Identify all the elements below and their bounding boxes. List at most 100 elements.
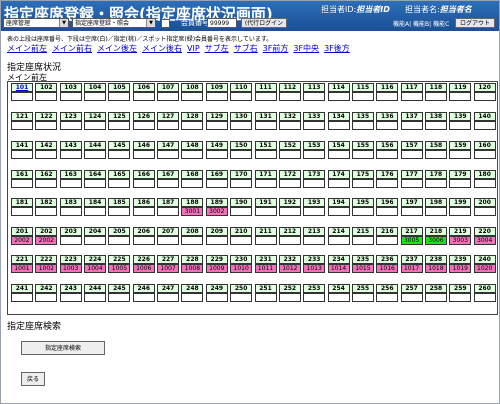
seat-status-open[interactable] — [473, 179, 496, 188]
seat-status-open[interactable] — [303, 207, 326, 216]
seat-status-open[interactable] — [376, 293, 399, 302]
seat-status-reserved[interactable]: 1014 — [327, 264, 350, 273]
toolbar-checkbox[interactable] — [161, 19, 170, 28]
seat-status-open[interactable] — [132, 121, 155, 130]
seat-status-open[interactable] — [376, 92, 399, 101]
seat-status-open[interactable] — [278, 92, 301, 101]
area-link[interactable]: メイン後右 — [142, 44, 182, 53]
area-link[interactable]: サブ左 — [205, 44, 229, 53]
seat-status-reserved[interactable]: 1007 — [157, 264, 180, 273]
seat-status-open[interactable] — [230, 121, 253, 130]
seat-status-open[interactable] — [230, 150, 253, 159]
seat-status-open[interactable] — [473, 121, 496, 130]
seat-status-open[interactable] — [278, 121, 301, 130]
seat-status-open[interactable] — [351, 150, 374, 159]
seat-status-open[interactable] — [449, 179, 472, 188]
seat-status-open[interactable] — [35, 293, 58, 302]
seat-status-open[interactable] — [84, 236, 107, 245]
seat-status-reserved[interactable]: 2002 — [35, 236, 58, 245]
seat-status-open[interactable] — [205, 179, 228, 188]
seat-status-reserved[interactable]: 3005 — [400, 236, 423, 245]
seat-search-button[interactable]: 指定座席検索 — [21, 341, 105, 355]
seat-status-open[interactable] — [376, 121, 399, 130]
seat-status-open[interactable] — [424, 92, 447, 101]
seat-status-open[interactable] — [400, 293, 423, 302]
seat-status-open[interactable] — [181, 179, 204, 188]
seat-status-open[interactable] — [254, 179, 277, 188]
seat-status-open[interactable] — [35, 121, 58, 130]
seat-status-open[interactable] — [230, 207, 253, 216]
seat-status-open[interactable] — [11, 293, 33, 302]
seat-status-open[interactable] — [205, 92, 228, 101]
seat-status-reserved[interactable]: 1015 — [351, 264, 374, 273]
seat-status-open[interactable] — [108, 179, 131, 188]
seat-status-open[interactable] — [157, 236, 180, 245]
area-link[interactable]: VIP — [187, 44, 200, 53]
seat-status-reserved[interactable]: 1003 — [59, 264, 82, 273]
seat-status-open[interactable] — [181, 92, 204, 101]
seat-status-open[interactable] — [230, 179, 253, 188]
seat-status-open[interactable] — [424, 121, 447, 130]
seat-status-open[interactable] — [327, 293, 350, 302]
seat-status-open[interactable] — [205, 121, 228, 130]
seat-status-reserved[interactable]: 2002 — [11, 236, 33, 245]
area-link[interactable]: メイン前左 — [7, 44, 47, 53]
seat-status-open[interactable] — [132, 207, 155, 216]
area-link[interactable]: メイン前右 — [52, 44, 92, 53]
seat-status-open[interactable] — [11, 150, 33, 159]
seat-status-open[interactable] — [35, 207, 58, 216]
seat-status-open[interactable] — [132, 92, 155, 101]
seat-status-open[interactable] — [473, 293, 496, 302]
seat-status-open[interactable] — [400, 121, 423, 130]
proxy-login-button[interactable]: (代行ログイン — [241, 18, 287, 28]
seat-status-open[interactable] — [108, 207, 131, 216]
seat-status-open[interactable] — [449, 92, 472, 101]
seat-status-open[interactable] — [473, 150, 496, 159]
seat-status-open[interactable] — [424, 150, 447, 159]
seat-status-open[interactable] — [303, 92, 326, 101]
seat-status-open[interactable] — [84, 179, 107, 188]
seat-status-open[interactable] — [59, 293, 82, 302]
seat-status-open[interactable] — [254, 236, 277, 245]
seat-status-open[interactable] — [303, 121, 326, 130]
seat-status-open[interactable] — [278, 179, 301, 188]
seat-status-open[interactable] — [473, 207, 496, 216]
seat-status-open[interactable] — [59, 92, 82, 101]
seat-status-reserved[interactable]: 1008 — [181, 264, 204, 273]
seat-status-open[interactable] — [132, 293, 155, 302]
back-button[interactable]: 戻る — [21, 372, 45, 386]
seat-status-open[interactable] — [303, 179, 326, 188]
seat-status-open[interactable] — [157, 179, 180, 188]
seat-status-reserved[interactable]: 1019 — [449, 264, 472, 273]
area-link[interactable]: サブ右 — [234, 44, 258, 53]
seat-status-reserved[interactable]: 1005 — [108, 264, 131, 273]
seat-status-reserved[interactable]: 1018 — [424, 264, 447, 273]
function-links[interactable]: 機能A| 機能B| 機能C — [393, 19, 449, 28]
seat-status-open[interactable] — [108, 236, 131, 245]
area-link[interactable]: 3F中央 — [293, 44, 319, 53]
logout-button[interactable]: ログアウト — [455, 18, 495, 28]
seat-status-open[interactable] — [254, 207, 277, 216]
seat-status-open[interactable] — [11, 207, 33, 216]
seat-status-open[interactable] — [278, 293, 301, 302]
seat-status-open[interactable] — [157, 293, 180, 302]
seat-status-open[interactable] — [11, 92, 33, 101]
seat-status-open[interactable] — [84, 92, 107, 101]
seat-status-open[interactable] — [400, 92, 423, 101]
seat-status-reserved[interactable]: 1017 — [400, 264, 423, 273]
seat-status-open[interactable] — [400, 207, 423, 216]
seat-status-open[interactable] — [35, 179, 58, 188]
seat-status-open[interactable] — [376, 207, 399, 216]
seat-status-open[interactable] — [400, 179, 423, 188]
seat-status-open[interactable] — [108, 150, 131, 159]
seat-status-reserved[interactable]: 3004 — [473, 236, 496, 245]
seat-status-open[interactable] — [351, 121, 374, 130]
seat-status-open[interactable] — [449, 207, 472, 216]
seat-status-open[interactable] — [230, 293, 253, 302]
seat-number[interactable]: 101 — [11, 83, 33, 92]
seat-status-reserved[interactable]: 1011 — [254, 264, 277, 273]
seat-status-open[interactable] — [303, 150, 326, 159]
seat-status-open[interactable] — [376, 236, 399, 245]
seat-status-reserved[interactable]: 1004 — [84, 264, 107, 273]
seat-status-open[interactable] — [11, 121, 33, 130]
